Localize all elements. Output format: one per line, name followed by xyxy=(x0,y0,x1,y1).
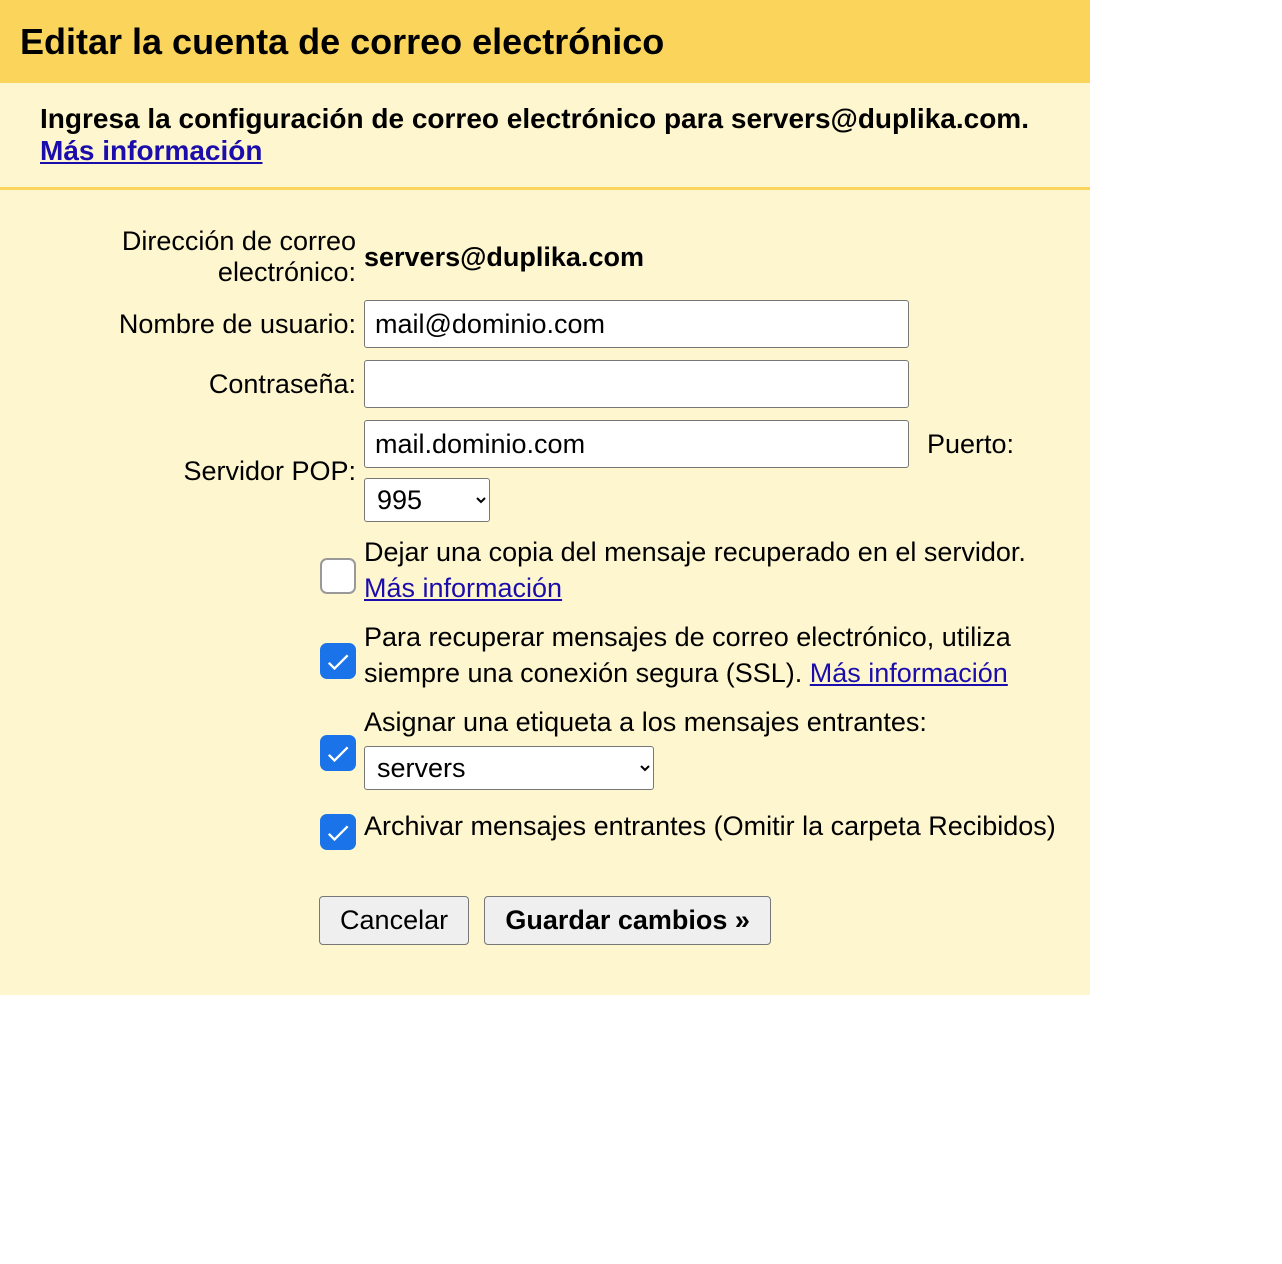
pop-server-input[interactable] xyxy=(364,420,909,468)
port-label: Puerto: xyxy=(927,429,1014,460)
leave-copy-row: Dejar una copia del mensaje recuperado e… xyxy=(20,528,1070,613)
leave-copy-text: Dejar una copia del mensaje recuperado e… xyxy=(364,537,1026,567)
ssl-row: Para recuperar mensajes de correo electr… xyxy=(20,613,1070,698)
intro-learn-more-link[interactable]: Más información xyxy=(40,135,262,166)
check-icon xyxy=(324,740,352,768)
username-row: Nombre de usuario: xyxy=(20,294,1070,354)
username-input[interactable] xyxy=(364,300,909,348)
check-icon xyxy=(324,819,352,847)
archive-row: Archivar mensajes entrantes (Omitir la c… xyxy=(20,796,1070,856)
ssl-learn-more-link[interactable]: Más información xyxy=(810,658,1008,688)
port-select[interactable]: 995 xyxy=(364,478,490,522)
intro-text: Ingresa la configuración de correo elect… xyxy=(0,83,1090,190)
password-label: Contraseña: xyxy=(20,354,360,414)
email-label: Dirección de correo electrónico: xyxy=(20,220,360,294)
leave-copy-checkbox[interactable] xyxy=(320,558,356,594)
username-label: Nombre de usuario: xyxy=(20,294,360,354)
check-icon xyxy=(324,648,352,676)
settings-form: Dirección de correo electrónico: servers… xyxy=(20,220,1070,856)
leave-copy-learn-more-link[interactable]: Más información xyxy=(364,573,562,603)
email-value: servers@duplika.com xyxy=(360,220,1070,294)
archive-checkbox[interactable] xyxy=(320,814,356,850)
password-row: Contraseña: xyxy=(20,354,1070,414)
label-row: Asignar una etiqueta a los mensajes entr… xyxy=(20,698,1070,796)
button-row: Cancelar Guardar cambios » xyxy=(20,856,1070,945)
cancel-button[interactable]: Cancelar xyxy=(319,896,469,945)
pop-row: Servidor POP: Puerto: 995 xyxy=(20,414,1070,528)
label-checkbox[interactable] xyxy=(320,735,356,771)
save-button[interactable]: Guardar cambios » xyxy=(484,896,771,945)
dialog-header: Editar la cuenta de correo electrónico xyxy=(0,3,1090,83)
archive-text: Archivar mensajes entrantes (Omitir la c… xyxy=(364,811,1056,841)
label-select[interactable]: servers xyxy=(364,746,654,790)
edit-email-account-dialog: Editar la cuenta de correo electrónico I… xyxy=(0,0,1090,995)
form-area: Dirección de correo electrónico: servers… xyxy=(0,190,1090,955)
ssl-checkbox[interactable] xyxy=(320,643,356,679)
password-input[interactable] xyxy=(364,360,909,408)
email-row: Dirección de correo electrónico: servers… xyxy=(20,220,1070,294)
label-text: Asignar una etiqueta a los mensajes entr… xyxy=(364,704,1066,740)
intro-text-content: Ingresa la configuración de correo elect… xyxy=(40,103,1029,134)
dialog-title: Editar la cuenta de correo electrónico xyxy=(20,21,1070,63)
pop-label: Servidor POP: xyxy=(20,414,360,528)
